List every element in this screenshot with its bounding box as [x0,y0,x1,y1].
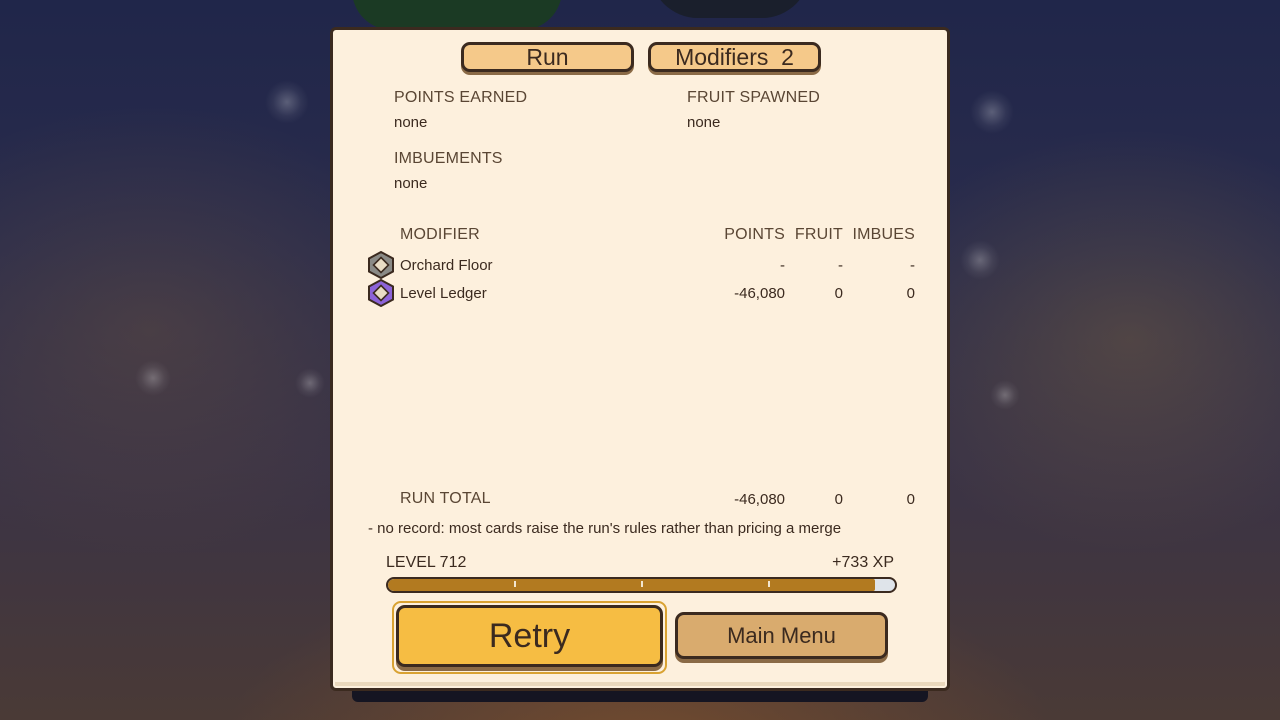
background-sparkle [295,368,325,398]
fruit-spawned-label: FRUIT SPAWNED [687,89,820,106]
modifier-points: - [780,257,785,274]
level-label: LEVEL 712 [386,554,467,571]
modifier-imbues: 0 [906,285,915,302]
points-earned-label: POINTS EARNED [394,89,528,106]
xp-tick [768,581,770,587]
background-sparkle [265,80,309,124]
modifier-name: Level Ledger [400,285,487,302]
modifier-fruit: - [838,257,843,274]
modifier-name: Orchard Floor [400,257,493,274]
tab-modifiers[interactable]: Modifiers 2 [648,42,821,72]
header-imbues: IMBUES [852,226,915,243]
tab-run[interactable]: Run [461,42,634,72]
fruit-spawned-value: none [687,114,721,131]
run-total-points: -46,080 [734,491,785,508]
run-note: - no record: most cards raise the run's … [368,520,842,537]
purple-hexagon-diamond-icon [368,279,394,307]
header-points: POINTS [724,226,785,243]
xp-progress-bar [386,577,897,593]
imbuements-value: none [394,175,428,192]
run-total-fruit: 0 [834,491,843,508]
run-summary-panel: Run Modifiers 2 POINTS EARNED none FRUIT… [330,27,950,691]
gray-hexagon-diamond-icon [368,251,394,279]
run-total-label: RUN TOTAL [400,490,491,507]
modifier-points: -46,080 [734,285,785,302]
header-fruit: FRUIT [794,226,843,243]
background-fruit-watermelon [352,0,562,30]
modifier-imbues: - [910,257,915,274]
points-earned-value: none [394,114,428,131]
run-total-imbues: 0 [906,491,915,508]
imbuements-label: IMBUEMENTS [394,150,503,167]
background-sparkle [970,90,1014,134]
modifier-fruit: 0 [834,285,843,302]
xp-progress-fill [388,579,875,591]
background-sparkle [960,240,1000,280]
background-sparkle [990,380,1020,410]
xp-tick [514,581,516,587]
header-modifier: MODIFIER [400,226,480,243]
retry-button[interactable]: Retry [396,605,663,667]
xp-tick [641,581,643,587]
background-fruit-dark [650,0,810,18]
main-menu-button[interactable]: Main Menu [675,612,888,659]
background-sparkle [135,360,171,396]
xp-gain: +733 XP [832,554,894,571]
